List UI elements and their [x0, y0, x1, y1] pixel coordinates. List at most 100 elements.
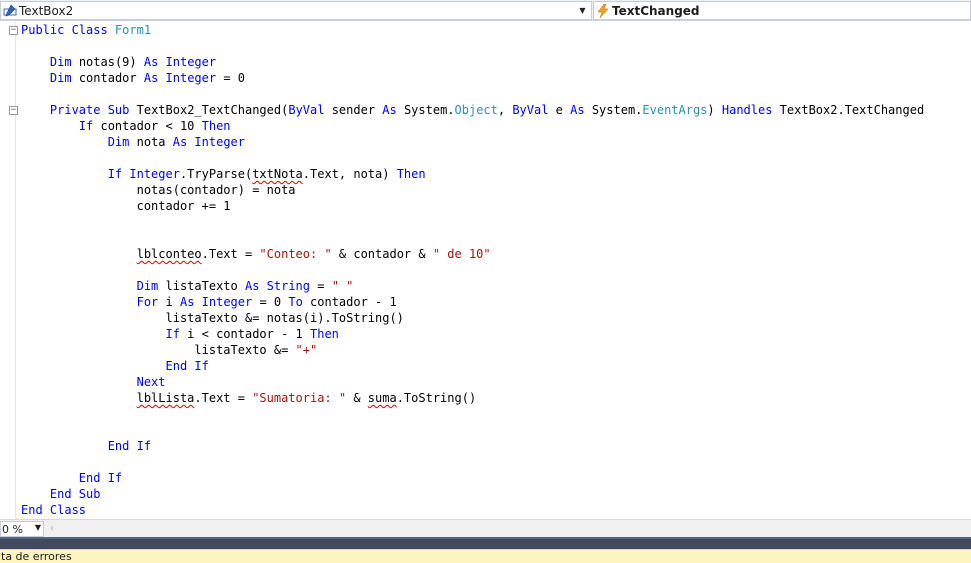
type-token: EventArgs: [642, 103, 708, 117]
code-line[interactable]: contador += 1: [21, 198, 971, 214]
string-token: " ": [331, 279, 354, 293]
code-line[interactable]: [21, 38, 971, 54]
code-line[interactable]: End If: [21, 470, 971, 486]
error-squiggle-token: suma: [367, 391, 397, 405]
code-token: i: [158, 295, 180, 309]
code-token: TextBox2_TextChanged(: [129, 103, 289, 117]
code-line[interactable]: [21, 150, 971, 166]
zoom-combo[interactable]: 0 % ▼: [0, 521, 44, 537]
code-line[interactable]: Private Sub TextBox2_TextChanged(ByVal s…: [21, 102, 971, 118]
code-line[interactable]: [21, 422, 971, 438]
code-token: listaTexto &= notas(i).ToString(): [21, 311, 404, 325]
code-area[interactable]: Public Class Form1 Dim notas(9) As Integ…: [21, 22, 971, 518]
string-token: "+": [295, 343, 318, 357]
keyword-token: Dim: [49, 71, 72, 85]
code-line[interactable]: notas(contador) = nota: [21, 182, 971, 198]
keyword-token: To: [288, 295, 303, 309]
keyword-token: End If: [78, 471, 123, 485]
chevron-down-icon[interactable]: ▼: [35, 523, 41, 532]
code-line[interactable]: End Class: [21, 502, 971, 518]
keyword-token: End If: [165, 359, 209, 373]
collapse-toggle[interactable]: −: [9, 106, 18, 115]
keyword-token: As String: [244, 279, 311, 293]
code-token: TextBox2.TextChanged: [772, 103, 925, 117]
code-line[interactable]: [21, 454, 971, 470]
code-line[interactable]: lblconteo.Text = "Conteo: " & contador &…: [21, 246, 971, 262]
keyword-token: Dim: [136, 279, 159, 293]
error-squiggle-token: lblconteo: [136, 247, 202, 261]
keyword-token: As Integer: [172, 135, 245, 149]
chevron-down-icon[interactable]: ▼: [577, 4, 588, 17]
string-token: "Conteo: ": [259, 247, 332, 261]
code-token: .Text =: [194, 391, 253, 405]
code-line[interactable]: [21, 262, 971, 278]
code-line[interactable]: If Integer.TryParse(txtNota.Text, nota) …: [21, 166, 971, 182]
code-line[interactable]: [21, 230, 971, 246]
string-token: " de 10": [432, 247, 491, 261]
collapse-toggle[interactable]: −: [9, 26, 18, 35]
error-squiggle-token: lblLista: [136, 391, 195, 405]
code-line[interactable]: Dim listaTexto As String = " ": [21, 278, 971, 294]
code-line[interactable]: Dim nota As Integer: [21, 134, 971, 150]
code-line[interactable]: End If: [21, 358, 971, 374]
code-line[interactable]: If i < contador - 1 Then: [21, 326, 971, 342]
keyword-token: Dim: [107, 135, 130, 149]
code-token: .Text =: [201, 247, 260, 261]
type-token: Form1: [114, 23, 152, 37]
error-list-tab[interactable]: ta de errores: [0, 549, 971, 563]
code-line[interactable]: listaTexto &= "+": [21, 342, 971, 358]
keyword-token: ByVal: [288, 103, 325, 117]
class-name-text: TextBox2: [19, 3, 74, 18]
method-name-text: TextChanged: [612, 3, 700, 18]
error-squiggle-token: txtNota: [252, 167, 303, 181]
keyword-token: If: [78, 119, 94, 133]
keyword-token: Then: [310, 327, 339, 341]
code-token: ): [707, 103, 722, 117]
code-line[interactable]: [21, 406, 971, 422]
code-line[interactable]: Dim contador As Integer = 0: [21, 70, 971, 86]
scroll-left-icon[interactable]: ‹: [46, 522, 58, 535]
code-token: System.: [396, 103, 455, 117]
code-line[interactable]: End Sub: [21, 486, 971, 502]
code-line[interactable]: If contador < 10 Then: [21, 118, 971, 134]
panel-divider: [0, 537, 971, 549]
code-token: nota: [129, 135, 173, 149]
code-line[interactable]: [21, 86, 971, 102]
code-line[interactable]: listaTexto &= notas(i).ToString(): [21, 310, 971, 326]
keyword-token: Private Sub: [49, 103, 130, 117]
code-token: .TryParse(: [179, 167, 253, 181]
textbox-control-icon: [1, 2, 19, 19]
keyword-token: As Integer: [143, 55, 217, 69]
code-line[interactable]: lblLista.Text = "Sumatoria: " & suma.ToS…: [21, 390, 971, 406]
editor-bottom-bar: 0 % ▼ ‹: [0, 519, 971, 537]
code-token: e: [548, 103, 571, 117]
keyword-token: As: [570, 103, 585, 117]
type-token: Object: [454, 103, 498, 117]
code-token: contador: [71, 71, 144, 85]
code-line[interactable]: [21, 214, 971, 230]
code-line[interactable]: Next: [21, 374, 971, 390]
keyword-token: As Integer: [179, 295, 253, 309]
keyword-token: ByVal: [512, 103, 549, 117]
class-name-combo[interactable]: TextBox2 ▼: [0, 1, 592, 20]
code-token: contador < 10: [93, 119, 202, 133]
code-token: listaTexto: [158, 279, 245, 293]
code-line[interactable]: End If: [21, 438, 971, 454]
keyword-token: End If: [107, 439, 152, 453]
code-line[interactable]: Public Class Form1: [21, 22, 971, 38]
code-editor[interactable]: − − Public Class Form1 Dim notas(9) As In…: [0, 21, 971, 519]
code-line[interactable]: Dim notas(9) As Integer: [21, 54, 971, 70]
method-name-combo[interactable]: TextChanged: [593, 1, 971, 20]
code-line[interactable]: For i As Integer = 0 To contador - 1: [21, 294, 971, 310]
